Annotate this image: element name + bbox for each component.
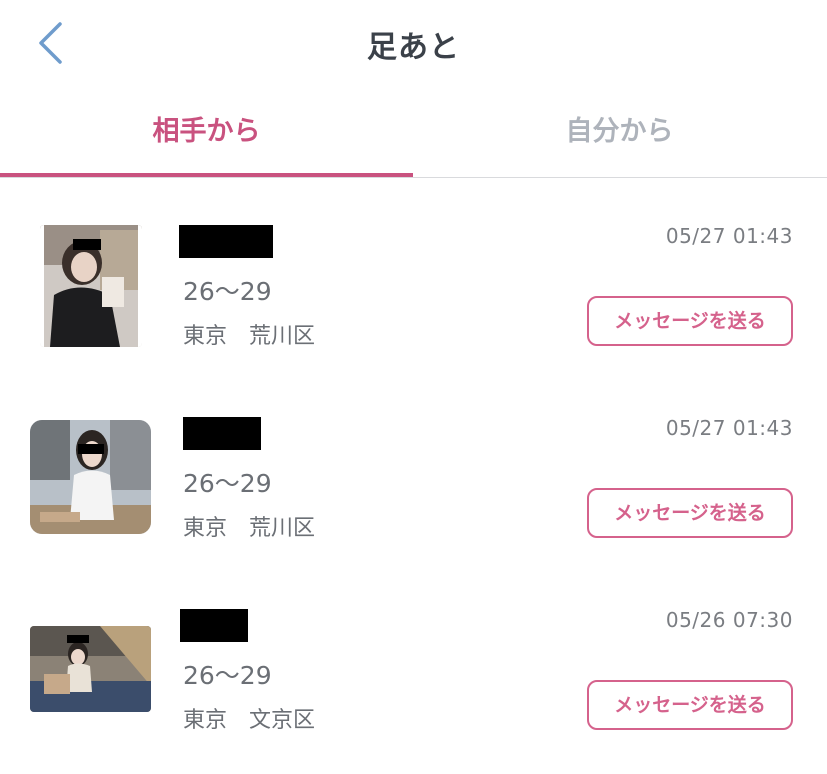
list-item[interactable]: 26〜29 東京 荒川区 05/27 01:43 メッセージを送る	[0, 392, 827, 582]
visit-time: 05/26 07:30	[665, 608, 793, 632]
send-message-button[interactable]: メッセージを送る	[587, 680, 793, 730]
send-message-button[interactable]: メッセージを送る	[587, 488, 793, 538]
face-censor-bar	[78, 444, 104, 454]
name-redaction	[179, 225, 273, 258]
visit-time: 05/27 01:43	[665, 224, 793, 248]
tab-bar: 相手から 自分から	[0, 100, 827, 178]
location: 東京 荒川区	[183, 516, 316, 541]
page-title: 足あと	[367, 30, 460, 65]
header-bar: 足あと	[0, 0, 827, 88]
avatar[interactable]	[40, 225, 142, 347]
age-range: 26〜29	[183, 469, 272, 498]
location: 東京 文京区	[183, 708, 316, 733]
tab-from-me[interactable]: 自分から	[413, 100, 826, 178]
tab-divider	[0, 177, 827, 178]
avatar[interactable]	[30, 626, 151, 712]
send-message-button[interactable]: メッセージを送る	[587, 296, 793, 346]
age-range: 26〜29	[183, 661, 272, 690]
location: 東京 荒川区	[183, 324, 316, 349]
name-redaction	[183, 417, 261, 450]
tab-from-others[interactable]: 相手から	[0, 100, 413, 178]
list-item[interactable]: 26〜29 東京 荒川区 05/27 01:43 メッセージを送る	[0, 200, 827, 390]
list-item[interactable]: 26〜29 東京 文京区 05/26 07:30 メッセージを送る	[0, 584, 827, 774]
age-range: 26〜29	[183, 277, 272, 306]
face-censor-bar	[67, 635, 89, 643]
face-censor-bar	[73, 239, 101, 250]
name-redaction	[180, 609, 248, 642]
avatar[interactable]	[30, 420, 151, 534]
visit-time: 05/27 01:43	[665, 416, 793, 440]
